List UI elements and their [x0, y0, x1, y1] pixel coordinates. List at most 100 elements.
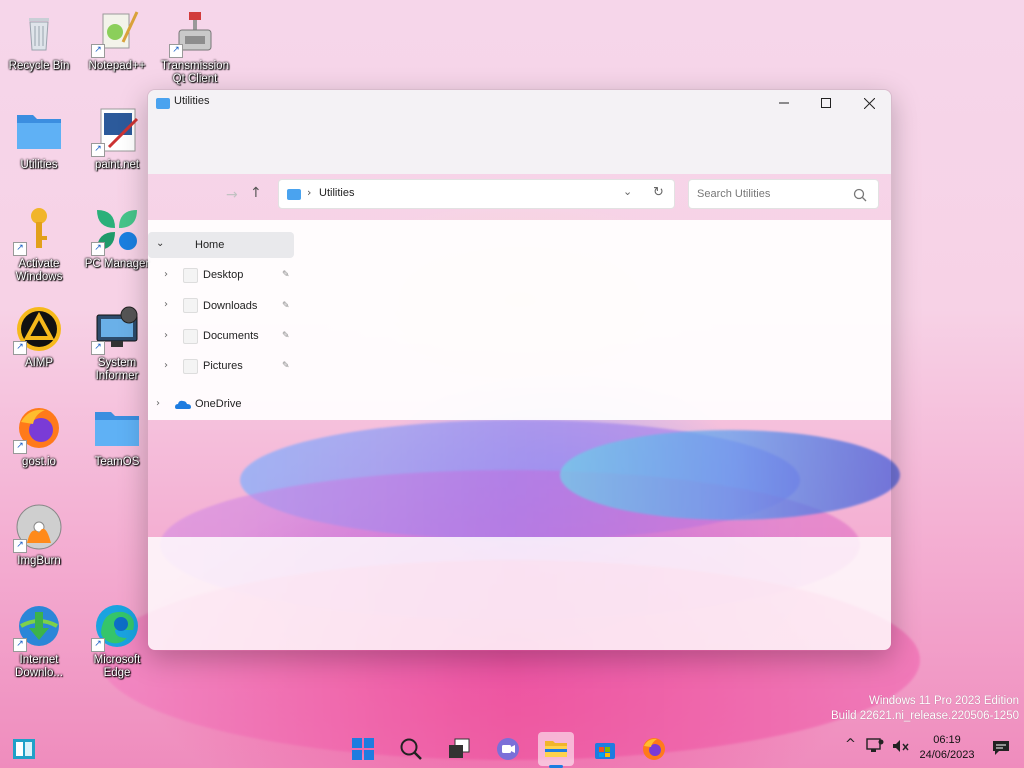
- firefox-icon: ↗: [13, 404, 63, 454]
- edge-icon: ↗: [91, 602, 141, 652]
- key-icon: ↗: [13, 206, 63, 256]
- downloads-folder-icon: [183, 298, 198, 313]
- desktop-icon-label: Recycle Bin: [8, 60, 70, 72]
- clock[interactable]: 06:19 24/06/2023: [912, 733, 982, 763]
- chevron-right-icon[interactable]: ›: [164, 269, 168, 280]
- search-icon: [853, 188, 867, 202]
- chevron-right-icon[interactable]: ›: [164, 330, 168, 341]
- desktop-icon-teamos[interactable]: TeamOS: [79, 404, 155, 469]
- documents-folder-icon: [183, 329, 198, 344]
- desktop-icon-label: PC Manager: [84, 258, 150, 270]
- shortcut-arrow-icon: ↗: [13, 341, 27, 355]
- firefox-taskbar-button[interactable]: [636, 732, 672, 766]
- task-view-button[interactable]: [441, 732, 477, 766]
- clock-time: 06:19: [933, 734, 961, 746]
- desktop-icon-label: Internet Downlo...: [15, 654, 63, 679]
- nav-item-desktop[interactable]: Desktop: [203, 269, 243, 281]
- address-bar[interactable]: › Utilities ⌄ ↻: [278, 179, 675, 209]
- file-explorer-icon: [545, 741, 567, 757]
- microsoft-store-button[interactable]: [587, 732, 623, 766]
- desktop-icon-label: Transmission Qt Client: [161, 60, 229, 85]
- desktop-icon-pc-manager[interactable]: ↗ PC Manager: [79, 206, 155, 271]
- store-icon: [595, 743, 615, 759]
- minimize-button[interactable]: [762, 90, 806, 116]
- notifications-icon[interactable]: [992, 740, 1010, 756]
- desktop-icon-activate-windows[interactable]: ↗ Activate Windows: [1, 206, 77, 284]
- desktop-icon-internet-download-manager[interactable]: ↗ Internet Downlo...: [1, 602, 77, 680]
- shortcut-arrow-icon: ↗: [13, 440, 27, 454]
- search-icon: [400, 738, 422, 760]
- desktop-icon-gost-io[interactable]: ↗ gost.io: [1, 404, 77, 469]
- up-arrow-icon[interactable]: ↑: [250, 185, 262, 201]
- imgburn-icon: ↗: [13, 503, 63, 553]
- desktop-icon-label: AIMP: [24, 357, 54, 369]
- title-bar[interactable]: Utilities: [148, 90, 891, 116]
- desktop-icon-aimp[interactable]: ↗ AIMP: [1, 305, 77, 370]
- recycle-bin-icon: [15, 8, 63, 56]
- widgets-button[interactable]: [6, 732, 42, 766]
- chat-icon: [497, 738, 519, 760]
- shortcut-arrow-icon: ↗: [13, 539, 27, 553]
- desktop-icon-microsoft-edge[interactable]: ↗ Microsoft Edge: [79, 602, 155, 680]
- shortcut-arrow-icon: ↗: [91, 44, 105, 58]
- file-explorer-taskbar-button[interactable]: [538, 732, 574, 766]
- nav-item-documents[interactable]: Documents: [203, 330, 259, 342]
- chevron-up-icon[interactable]: ^: [845, 737, 856, 752]
- start-button[interactable]: [345, 732, 381, 766]
- pin-icon: ✎: [282, 361, 290, 371]
- search-button[interactable]: [393, 732, 429, 766]
- desktop-icon-notepad-plus-plus[interactable]: ↗ Notepad++: [79, 8, 155, 73]
- close-button[interactable]: [847, 90, 891, 116]
- toolbar: [148, 116, 891, 174]
- nav-item-pictures[interactable]: Pictures: [203, 360, 243, 372]
- refresh-icon[interactable]: ↻: [653, 185, 664, 200]
- desktop-icon-label: gost.io: [22, 456, 56, 468]
- volume-muted-icon[interactable]: [892, 739, 910, 755]
- nav-item-onedrive[interactable]: OneDrive: [195, 398, 241, 410]
- desktop-icon-label: ImgBurn: [17, 555, 61, 567]
- system-informer-icon: ↗: [91, 305, 141, 355]
- desktop-icon-label: paint.net: [94, 159, 140, 171]
- desktop-icon-utilities[interactable]: Utilities: [1, 107, 77, 172]
- pin-icon: ✎: [282, 270, 290, 280]
- task-view-icon: [449, 738, 470, 758]
- chevron-right-icon[interactable]: ›: [164, 360, 168, 371]
- breadcrumb-current[interactable]: Utilities: [319, 187, 354, 199]
- desktop-icon-transmission[interactable]: ↗ Transmission Qt Client: [157, 8, 233, 86]
- shortcut-arrow-icon: ↗: [13, 242, 27, 256]
- main-pane-lower[interactable]: [148, 537, 891, 650]
- file-explorer-window[interactable]: Utilities: [147, 89, 892, 651]
- nav-item-home[interactable]: Home: [195, 239, 224, 251]
- desktop-icon-label: Activate Windows: [15, 258, 63, 283]
- close-icon: [863, 97, 875, 109]
- shortcut-arrow-icon: ↗: [91, 638, 105, 652]
- shortcut-arrow-icon: ↗: [91, 143, 105, 157]
- desktop-icon-paint-net[interactable]: ↗ paint.net: [79, 107, 155, 172]
- nav-item-downloads[interactable]: Downloads: [203, 300, 257, 312]
- pin-icon: ✎: [282, 301, 290, 311]
- desktop-icon-label: Utilities: [20, 159, 58, 171]
- minimize-icon: [779, 102, 789, 104]
- desktop-icon-recycle-bin[interactable]: Recycle Bin: [1, 8, 77, 73]
- network-icon[interactable]: [866, 738, 884, 754]
- teams-chat-button[interactable]: [490, 732, 526, 766]
- chevron-down-icon[interactable]: ⌄: [156, 238, 164, 249]
- folder-icon: [93, 404, 141, 452]
- shortcut-arrow-icon: ↗: [13, 638, 27, 652]
- shortcut-arrow-icon: ↗: [91, 242, 105, 256]
- chevron-right-icon[interactable]: ›: [156, 398, 160, 409]
- internet-download-manager-icon: ↗: [13, 602, 63, 652]
- chevron-right-icon[interactable]: ›: [164, 299, 168, 310]
- desktop-folder-icon: [183, 268, 198, 283]
- maximize-button[interactable]: [804, 90, 848, 116]
- desktop-icon-imgburn[interactable]: ↗ ImgBurn: [1, 503, 77, 568]
- firefox-icon: [643, 738, 665, 760]
- windows-logo-icon: [352, 738, 374, 760]
- folder-icon: [15, 107, 63, 155]
- chevron-down-icon[interactable]: ⌄: [623, 185, 632, 198]
- desktop-icon-label: Notepad++: [88, 60, 146, 72]
- forward-arrow-icon[interactable]: →: [226, 187, 238, 203]
- desktop-icon-system-informer[interactable]: ↗ System Informer: [79, 305, 155, 383]
- search-input[interactable]: Search Utilities: [697, 188, 770, 200]
- search-box[interactable]: Search Utilities: [688, 179, 879, 209]
